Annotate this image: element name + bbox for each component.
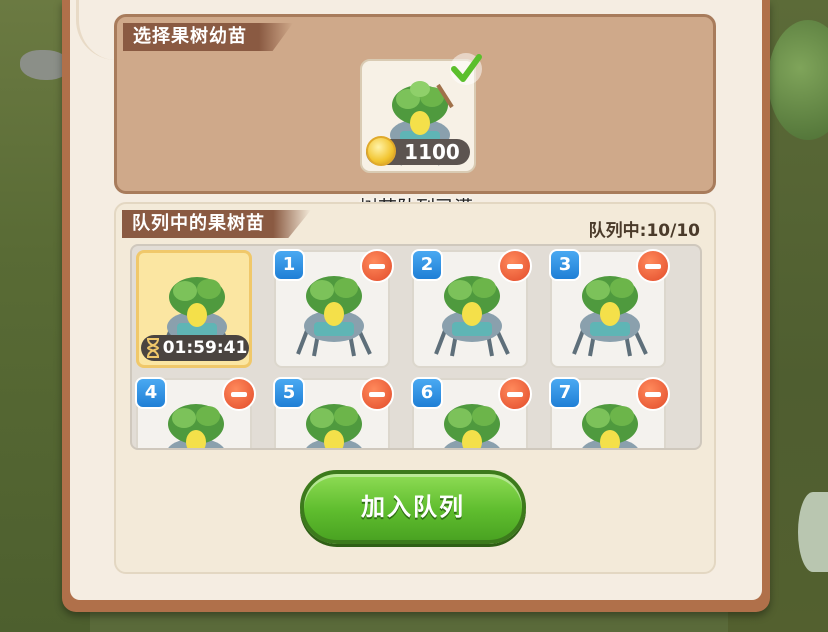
remove-icon[interactable]	[222, 377, 256, 411]
queue-number-badge: 6	[411, 377, 443, 409]
queue-number-badge: 1	[273, 249, 305, 281]
fruit-tree-seedling-icon	[572, 276, 648, 357]
queue-slot[interactable]: 6	[411, 377, 532, 448]
timer-pill: 01:59:41	[141, 335, 249, 361]
queue-slot[interactable]: 1	[273, 249, 394, 368]
queue-grid[interactable]: 01:59:41 1 2 3 4 5 6 7	[130, 244, 702, 450]
panel-book: 选择果树幼苗 1100 树苗队列已满	[62, 0, 770, 612]
queue-slot-active[interactable]: 01:59:41	[136, 250, 252, 368]
remove-icon[interactable]	[498, 249, 532, 283]
queue-slot[interactable]: 2	[411, 249, 532, 368]
queue-number-badge: 5	[273, 377, 305, 409]
queue-slot[interactable]: 4	[135, 377, 256, 448]
queue-number-badge: 2	[411, 249, 443, 281]
remove-icon[interactable]	[360, 377, 394, 411]
queue-slot[interactable]: 7	[549, 377, 670, 448]
queue-number-badge: 4	[135, 377, 167, 409]
remove-icon[interactable]	[636, 249, 670, 283]
queue-count: 队列中:10/10	[588, 221, 700, 241]
timer-text: 01:59:41	[162, 338, 248, 358]
add-to-queue-button[interactable]: 加入队列	[300, 470, 526, 544]
section-title-select: 选择果树幼苗	[123, 23, 293, 51]
select-seedling-section: 选择果树幼苗 1100	[114, 14, 716, 194]
price-value: 1100	[404, 140, 460, 164]
remove-icon[interactable]	[636, 377, 670, 411]
check-icon	[450, 53, 482, 85]
section-title-queue: 队列中的果树苗	[122, 210, 311, 238]
price-pill: 1100	[366, 136, 470, 166]
background-object	[798, 492, 828, 572]
hourglass-icon	[146, 338, 160, 358]
selected-seedling-card[interactable]: 1100	[360, 53, 482, 173]
queue-slot[interactable]: 5	[273, 377, 394, 448]
queue-number-badge: 7	[549, 377, 581, 409]
remove-icon[interactable]	[360, 249, 394, 283]
fruit-tree-seedling-icon	[296, 276, 372, 357]
queue-slot[interactable]: 3	[549, 249, 670, 368]
coin-icon	[366, 136, 396, 166]
fruit-tree-seedling-icon	[434, 276, 510, 357]
remove-icon[interactable]	[498, 377, 532, 411]
queue-number-badge: 3	[549, 249, 581, 281]
